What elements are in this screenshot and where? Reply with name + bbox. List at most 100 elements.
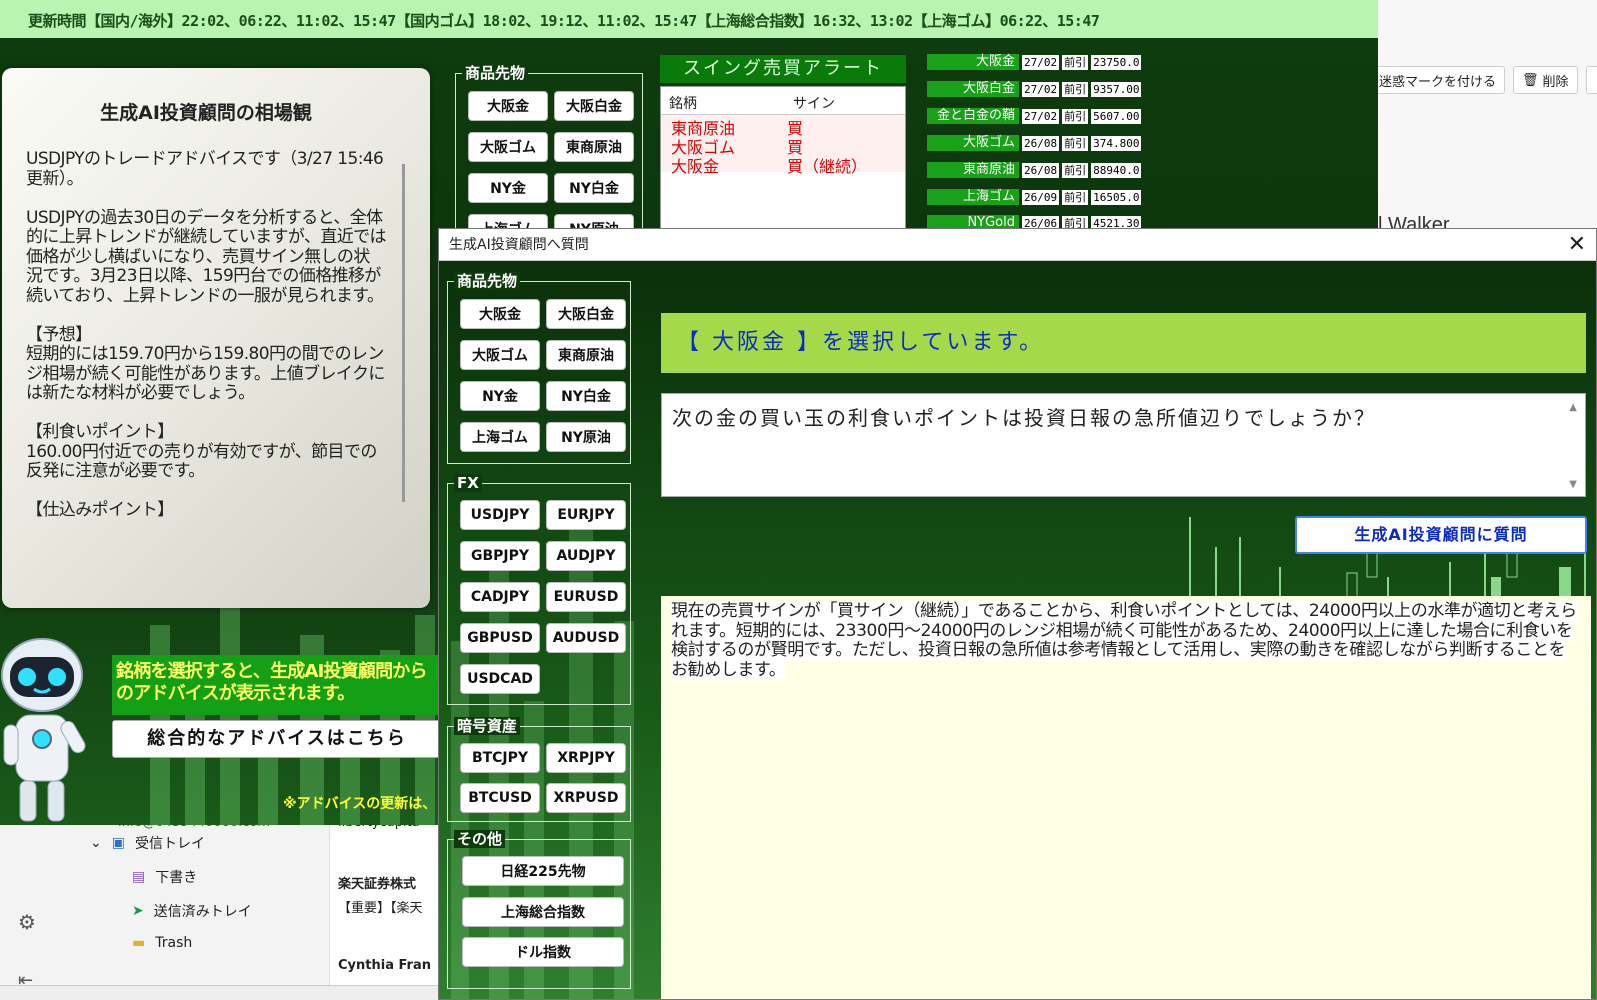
close-icon[interactable]: ✕: [1568, 231, 1586, 259]
btn-cadjpy[interactable]: CADJPY: [460, 582, 540, 612]
price-name: 大阪ゴム: [927, 135, 1019, 151]
price-name: 大阪金: [927, 54, 1019, 70]
mail-list: libertycapita 楽天証券株式 【重要】【楽天 Cynthia Fra…: [330, 825, 440, 1000]
main-btn-osaka-gold[interactable]: 大阪金: [468, 91, 548, 121]
overall-advice-button[interactable]: 総合的なアドバイスはこちら: [112, 720, 442, 758]
commodity-group-title: 商品先物: [462, 64, 529, 82]
trash-icon: 🗑: [1522, 72, 1539, 88]
folder-sent[interactable]: ➤ 送信済みトレイ: [132, 901, 252, 921]
price-row: 東商原油 26/08 前引 88940.0: [927, 161, 1142, 179]
hint-text: 銘柄を選択すると、生成AI投資顧問からのアドバイスが表示されます。: [112, 655, 442, 715]
price-value: 88940.0: [1091, 162, 1142, 178]
btn-gbpjpy[interactable]: GBPJPY: [460, 541, 540, 571]
scroll-up-icon[interactable]: ▲: [1569, 402, 1579, 413]
btn-btcjpy[interactable]: BTCJPY: [460, 743, 540, 773]
folder-drafts[interactable]: ▤ 下書き: [132, 867, 197, 887]
btn-eurjpy[interactable]: EURJPY: [546, 500, 626, 530]
price-month: 26/09: [1022, 189, 1060, 205]
question-input[interactable]: 次の金の買い玉の利食いポイントは投資日報の急所値辺りでしょうか？ ▲ ▼: [661, 393, 1586, 497]
table-row[interactable]: 東商原油 買: [661, 115, 905, 138]
btn-xrpjpy[interactable]: XRPJPY: [546, 743, 626, 773]
btn-nikkei225[interactable]: 日経225先物: [462, 856, 624, 886]
price-value: 5607.00: [1091, 108, 1142, 124]
price-value: 16505.0: [1091, 189, 1142, 205]
price-row: 金と白金の鞘 27/02 前引 5607.00: [927, 107, 1142, 125]
advice-scrollbar[interactable]: [402, 164, 405, 502]
price-value: 374.800: [1091, 135, 1142, 151]
btn-audjpy[interactable]: AUDJPY: [546, 541, 626, 571]
dialog-title: 生成AI投資顧問へ質問: [449, 237, 589, 253]
btn-tokyo-crude[interactable]: 東商原油: [546, 340, 626, 370]
main-btn-osaka-platinum[interactable]: 大阪白金: [554, 91, 634, 121]
table-row[interactable]: 大阪ゴム 買: [661, 134, 905, 157]
folder-trash[interactable]: ▬ Trash: [132, 935, 192, 951]
btn-xrpusd[interactable]: XRPUSD: [546, 783, 626, 813]
btn-eurusd[interactable]: EURUSD: [546, 582, 626, 612]
btn-osaka-platinum[interactable]: 大阪白金: [546, 299, 626, 329]
more-button[interactable]: ⋮ そ: [1585, 66, 1597, 94]
price-month: 26/08: [1022, 162, 1060, 178]
price-row: 上海ゴム 26/09 前引 16505.0: [927, 188, 1142, 206]
advice-text: USDJPYのトレードアドバイスです（3/27 15:46更新）。 USDJPY…: [26, 150, 386, 520]
alert-col-sign: サイン: [793, 96, 835, 112]
delete-label: 削除: [1542, 74, 1569, 90]
btn-ny-platinum[interactable]: NY白金: [546, 381, 626, 411]
alert-table-header: 銘柄 サイン: [661, 87, 905, 115]
advice-title: 生成AI投資顧問の相場観: [100, 102, 312, 124]
alert-row-sign: 買（継続）: [787, 157, 868, 176]
crypto-group-title: 暗号資産: [454, 717, 521, 735]
list-item[interactable]: 楽天証券株式: [338, 873, 416, 892]
btn-usdcad[interactable]: USDCAD: [460, 664, 540, 694]
commodity-group-main: 商品先物 大阪金 大阪白金 大阪ゴム 東商原油 NY金 NY白金 上海ゴム NY…: [455, 64, 643, 244]
mark-spam-button[interactable]: 迷惑マークを付ける: [1370, 66, 1506, 94]
btn-shanghai-composite[interactable]: 上海総合指数: [462, 897, 624, 927]
delete-button[interactable]: 🗑 削除: [1513, 66, 1578, 94]
update-note: ※アドバイスの更新は、目: [283, 796, 451, 812]
alert-row-name: 大阪金: [671, 157, 720, 176]
btn-osaka-gold[interactable]: 大阪金: [460, 299, 540, 329]
main-btn-tokyo-crude[interactable]: 東商原油: [554, 132, 634, 162]
folder-icon: ▬: [132, 935, 146, 951]
folder-inbox[interactable]: ⌄ ▣ 受信トレイ: [90, 833, 205, 853]
ask-ai-button[interactable]: 生成AI投資顧問に質問: [1295, 516, 1587, 554]
list-item-sender: Cynthia Fran: [338, 958, 431, 973]
price-value: 9357.00: [1091, 81, 1142, 97]
price-type: 前引: [1062, 108, 1089, 124]
btn-gbpusd[interactable]: GBPUSD: [460, 623, 540, 653]
folder-inbox-label: 受信トレイ: [134, 836, 205, 852]
btn-dollar-index[interactable]: ドル指数: [462, 937, 624, 967]
main-btn-ny-gold[interactable]: NY金: [468, 173, 548, 203]
price-month: 27/02: [1022, 108, 1060, 124]
price-type: 前引: [1062, 189, 1089, 205]
btn-btcusd[interactable]: BTCUSD: [460, 783, 540, 813]
list-item[interactable]: libertycapita: [338, 825, 420, 830]
price-type: 前引: [1062, 81, 1089, 97]
alert-row-name: 東商原油: [671, 119, 736, 138]
alert-row-name: 大阪ゴム: [671, 138, 736, 157]
btn-usdjpy[interactable]: USDJPY: [460, 500, 540, 530]
inbox-icon: ▣: [111, 835, 125, 851]
draft-icon: ▤: [132, 869, 146, 885]
main-btn-ny-platinum[interactable]: NY白金: [554, 173, 634, 203]
list-item-sender: libertycapita: [338, 825, 420, 830]
price-row: 大阪白金 27/02 前引 9357.00: [927, 80, 1142, 98]
gear-icon[interactable]: ⚙: [18, 910, 36, 934]
scroll-down-icon[interactable]: ▼: [1569, 479, 1579, 490]
price-name: 金と白金の鞘: [927, 108, 1019, 124]
btn-ny-crude[interactable]: NY原油: [546, 422, 626, 452]
update-time-ticker: 更新時間【国内/海外】22:02、06:22、11:02、15:47【国内ゴム】…: [0, 0, 1378, 38]
price-month: 27/02: [1022, 54, 1060, 70]
btn-osaka-rubber[interactable]: 大阪ゴム: [460, 340, 540, 370]
table-row[interactable]: 大阪金 買（継続）: [661, 153, 905, 176]
chevron-down-icon[interactable]: ⌄: [90, 835, 102, 851]
answer-text: 現在の売買サインが「買サイン（継続）」であることから、利食いポイントとしては、2…: [671, 601, 1577, 680]
commodity-group-title: 商品先物: [454, 272, 521, 290]
dialog-titlebar: 生成AI投資顧問へ質問 ✕: [439, 229, 1596, 261]
alert-col-name: 銘柄: [669, 96, 697, 112]
btn-shanghai-rubber[interactable]: 上海ゴム: [460, 422, 540, 452]
btn-audusd[interactable]: AUDUSD: [546, 623, 626, 653]
list-item[interactable]: Cynthia Fran: [338, 958, 431, 973]
price-type: 前引: [1062, 135, 1089, 151]
main-btn-osaka-rubber[interactable]: 大阪ゴム: [468, 132, 548, 162]
btn-ny-gold[interactable]: NY金: [460, 381, 540, 411]
